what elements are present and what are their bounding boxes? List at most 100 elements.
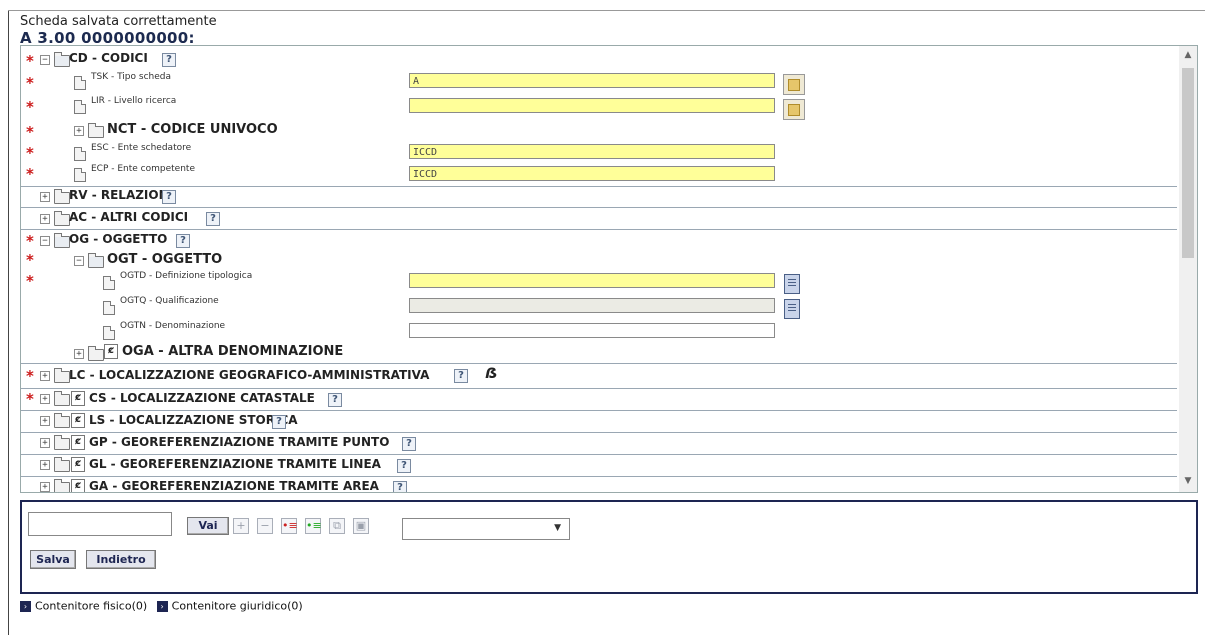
copy-icon[interactable]: ⧉ — [329, 518, 345, 534]
help-cs-button[interactable]: ? — [328, 393, 342, 407]
repeat-ls-button[interactable]: ȼ — [71, 413, 85, 428]
expand-rv-toggle[interactable]: + — [40, 192, 50, 202]
physical-container-link[interactable]: Contenitore fisico(0) — [35, 600, 147, 613]
mandatory-marker: * — [26, 98, 34, 116]
section-title-ls: LS - LOCALIZZAZIONE STORICA — [89, 413, 298, 427]
mandatory-marker: * — [26, 390, 34, 408]
remove-node-icon[interactable]: − — [257, 518, 273, 534]
paste-icon[interactable]: ▣ — [353, 518, 369, 534]
go-input[interactable] — [28, 512, 172, 536]
repeat-oga-button[interactable]: ȼ — [104, 344, 118, 359]
help-cd-button[interactable]: ? — [162, 53, 176, 67]
add-optional-icon[interactable]: •≡ — [305, 518, 322, 534]
field-label-tsk: TSK - Tipo scheda — [91, 72, 171, 82]
section-title-nct: NCT - CODICE UNIVOCO — [107, 122, 278, 137]
field-label-esc: ESC - Ente schedatore — [91, 143, 192, 153]
action-select[interactable]: ▼ — [402, 518, 570, 540]
arrow-right-icon: › — [156, 600, 168, 612]
record-tree-panel[interactable]: * − CD - CODICI ? * TSK - Tipo scheda A … — [20, 45, 1198, 493]
tree-scrollbar[interactable]: ▲ ▼ — [1179, 46, 1197, 492]
esc-input[interactable]: ICCD — [409, 144, 775, 159]
chevron-down-icon: ▼ — [554, 523, 561, 533]
help-gl-button[interactable]: ? — [397, 459, 411, 473]
field-doc-icon — [74, 100, 86, 114]
collapse-cd-toggle[interactable]: − — [40, 55, 50, 65]
repeat-gp-button[interactable]: ȼ — [71, 435, 85, 450]
field-doc-icon — [103, 276, 115, 290]
ogtd-input[interactable] — [409, 273, 775, 288]
expand-ga-toggle[interactable]: + — [40, 482, 50, 492]
go-button[interactable]: Vai — [187, 517, 229, 535]
add-node-icon[interactable]: + — [233, 518, 249, 534]
help-ls-button[interactable]: ? — [272, 415, 286, 429]
field-label-ecp: ECP - Ente competente — [91, 164, 195, 174]
scroll-up-icon[interactable]: ▲ — [1179, 48, 1197, 62]
lir-input[interactable] — [409, 98, 775, 113]
action-panel: Vai + − •≡ •≡ ⧉ ▣ ▼ Salva Indietro — [20, 500, 1198, 594]
section-lc: * + LC - LOCALIZZAZIONE GEOGRAFICO-AMMIN… — [21, 364, 1177, 389]
expand-gp-toggle[interactable]: + — [40, 438, 50, 448]
field-label-lir: LIR - Livello ricerca — [91, 96, 177, 106]
expand-ac-toggle[interactable]: + — [40, 214, 50, 224]
mandatory-marker: * — [26, 52, 34, 70]
collapse-ogt-toggle[interactable]: − — [74, 256, 84, 266]
tsk-input[interactable]: A — [409, 73, 775, 88]
expand-nct-toggle[interactable]: + — [74, 126, 84, 136]
help-lc-button[interactable]: ? — [454, 369, 468, 383]
expand-ls-toggle[interactable]: + — [40, 416, 50, 426]
add-mandatory-icon[interactable]: •≡ — [281, 518, 298, 534]
section-gp: + ȼ GP - GEOREFERENZIAZIONE TRAMITE PUNT… — [21, 433, 1177, 455]
folder-icon — [88, 123, 104, 138]
signature-icon[interactable]: ẞ — [485, 366, 498, 382]
back-button[interactable]: Indietro — [86, 550, 156, 569]
ogtn-input[interactable] — [409, 323, 775, 338]
repeat-gl-button[interactable]: ȼ — [71, 457, 85, 472]
legal-container-link[interactable]: Contenitore giuridico(0) — [172, 600, 303, 613]
ogtq-vocabulary-list-icon[interactable] — [784, 299, 800, 319]
scroll-thumb[interactable] — [1182, 68, 1194, 258]
folder-icon — [54, 413, 70, 428]
save-button[interactable]: Salva — [30, 550, 76, 569]
section-title-rv: RV - RELAZIONI — [69, 188, 174, 202]
folder-icon — [54, 479, 70, 492]
folder-icon — [54, 368, 70, 383]
section-title-ac: AC - ALTRI CODICI — [69, 210, 189, 224]
help-gp-button[interactable]: ? — [402, 437, 416, 451]
expand-cs-toggle[interactable]: + — [40, 394, 50, 404]
help-ga-button[interactable]: ? — [393, 481, 407, 492]
folder-icon — [54, 435, 70, 450]
ecp-input[interactable]: ICCD — [409, 166, 775, 181]
lir-vocabulary-picker-icon[interactable] — [783, 99, 805, 120]
folder-icon — [54, 211, 70, 226]
ogtq-input — [409, 298, 775, 313]
section-rv: + RV - RELAZIONI ? — [21, 186, 1177, 208]
folder-open-icon — [54, 52, 70, 67]
field-label-ogtq: OGTQ - Qualificazione — [120, 296, 219, 306]
repeat-ga-button[interactable]: ȼ — [71, 479, 85, 492]
section-cs: * + ȼ CS - LOCALIZZAZIONE CATASTALE ? — [21, 389, 1177, 411]
help-og-button[interactable]: ? — [176, 234, 190, 248]
help-rv-button[interactable]: ? — [162, 190, 176, 204]
collapse-og-toggle[interactable]: − — [40, 236, 50, 246]
folder-open-icon — [54, 233, 70, 248]
scroll-down-icon[interactable]: ▼ — [1179, 474, 1197, 488]
repeat-cs-button[interactable]: ȼ — [71, 391, 85, 406]
expand-gl-toggle[interactable]: + — [40, 460, 50, 470]
mandatory-marker: * — [26, 165, 34, 183]
section-title-gl: GL - GEOREFERENZIAZIONE TRAMITE LINEA — [89, 457, 381, 471]
expand-lc-toggle[interactable]: + — [40, 371, 50, 381]
page-frame-left — [8, 10, 9, 635]
mandatory-marker: * — [26, 367, 34, 385]
mandatory-marker: * — [26, 144, 34, 162]
mandatory-marker: * — [26, 251, 34, 269]
ogtd-vocabulary-list-icon[interactable] — [784, 274, 800, 294]
help-ac-button[interactable]: ? — [206, 212, 220, 226]
field-label-ogtn: OGTN - Denominazione — [120, 321, 226, 331]
expand-oga-toggle[interactable]: + — [74, 349, 84, 359]
container-links: › Contenitore fisico(0) › Contenitore giur… — [20, 599, 303, 613]
page-frame-top — [8, 10, 1205, 11]
field-doc-icon — [103, 301, 115, 315]
section-title-cd: CD - CODICI — [69, 51, 148, 65]
tsk-vocabulary-picker-icon[interactable] — [783, 74, 805, 95]
field-doc-icon — [74, 168, 86, 182]
